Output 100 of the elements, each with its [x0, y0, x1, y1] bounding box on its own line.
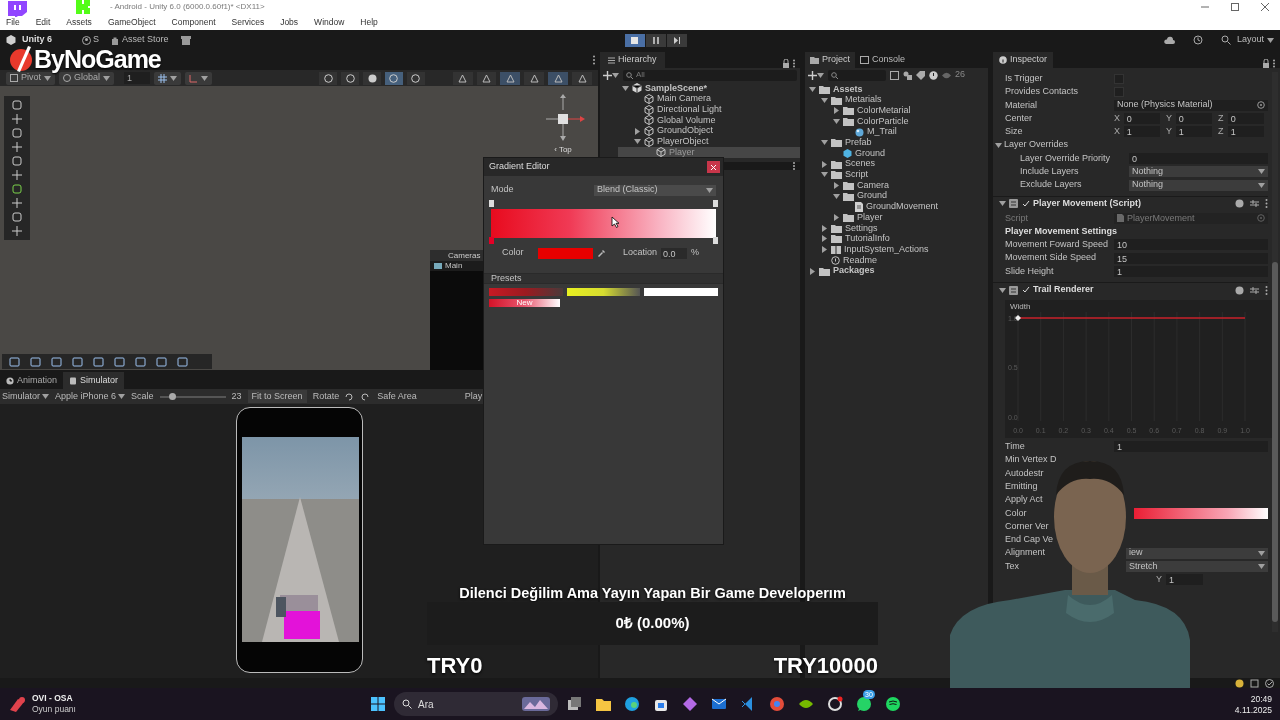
- field-label: Tex: [1005, 559, 1019, 573]
- field-label: Is Trigger: [1005, 71, 1043, 85]
- number-field[interactable]: 1: [1114, 266, 1268, 277]
- number-field[interactable]: 1: [1175, 126, 1212, 138]
- field-label: Color: [502, 246, 525, 260]
- tree-item[interactable]: PlayerObject: [618, 136, 800, 148]
- tree-item[interactable]: Script: [805, 169, 988, 181]
- tree-item[interactable]: SampleScene*: [618, 83, 800, 94]
- rotate-label: Rotate: [312, 389, 340, 403]
- component-title: Player Movement (Script): [1033, 196, 1143, 210]
- tree-item[interactable]: Directional Light: [618, 104, 800, 116]
- menu-item[interactable]: Services: [230, 15, 266, 29]
- notification-subtitle: Oyun puanı: [32, 704, 76, 715]
- tree-item[interactable]: Packages: [805, 265, 988, 277]
- tree-item[interactable]: Camera: [805, 180, 988, 191]
- field-label: Movement Side Speed: [1005, 251, 1097, 265]
- account-button[interactable]: S: [82, 33, 100, 47]
- tree-item[interactable]: ColorParticle: [805, 116, 988, 127]
- curve-title: Width: [1010, 302, 1031, 312]
- layout-button[interactable]: Layout: [1236, 33, 1274, 47]
- tree-item[interactable]: Prefab: [805, 137, 988, 149]
- number-field[interactable]: 15: [1114, 252, 1268, 264]
- number-field[interactable]: 0: [1175, 113, 1212, 125]
- number-field[interactable]: 1: [1123, 126, 1160, 138]
- clock-time: 20:49: [1250, 694, 1272, 705]
- tree-item[interactable]: TutorialInfo: [805, 233, 988, 245]
- dropdown[interactable]: Stretch: [1126, 560, 1268, 572]
- menu-item[interactable]: Jobs: [279, 15, 300, 29]
- goal-reading: 0₺ (0.00%): [615, 613, 690, 634]
- tree-item[interactable]: Global Volume: [618, 115, 800, 126]
- axis-label: X: [1114, 111, 1121, 125]
- axis-label: Y: [1166, 125, 1173, 139]
- number-field[interactable]: 0: [1227, 113, 1264, 125]
- preview-title: Cameras: [430, 250, 483, 261]
- dropdown[interactable]: iew: [1126, 547, 1268, 559]
- preset-swatch[interactable]: New: [489, 299, 560, 307]
- number-field[interactable]: 10: [1114, 239, 1268, 251]
- number-field[interactable]: 0: [1129, 152, 1268, 164]
- number-field[interactable]: 1: [1227, 126, 1264, 138]
- search-field[interactable]: Ara: [394, 692, 558, 716]
- tree-item[interactable]: Player: [805, 212, 988, 223]
- axis-label: Z: [1218, 125, 1225, 139]
- field-label: Center: [1005, 111, 1032, 125]
- number-field[interactable]: 1: [124, 72, 150, 84]
- tree-item[interactable]: Settings: [805, 222, 988, 234]
- field-label: Layer Override Priority: [1020, 151, 1111, 165]
- menu-item[interactable]: Assets: [65, 15, 93, 29]
- tree-item[interactable]: Readme: [805, 255, 988, 266]
- asset-store-button[interactable]: Asset Store: [111, 33, 169, 47]
- global-dropdown[interactable]: Global: [59, 71, 115, 85]
- section-heading: Presets: [491, 271, 522, 285]
- tree-item[interactable]: Ground: [805, 190, 988, 202]
- dropdown[interactable]: Nothing: [1129, 166, 1268, 178]
- device-dropdown[interactable]: Apple iPhone 6: [55, 389, 126, 404]
- field-label: Alignment: [1005, 546, 1046, 560]
- tree-item[interactable]: Metarials: [805, 94, 988, 106]
- mode-dropdown[interactable]: Simulator: [2, 389, 49, 404]
- component-title: Trail Renderer: [1033, 283, 1095, 297]
- stream-headline: Dilenci Değilim Ama Yayın Yapan Bir Game Developerım: [458, 584, 847, 603]
- fit-button[interactable]: Fit to Screen: [247, 390, 307, 403]
- field-label: Time: [1005, 440, 1025, 454]
- tree-item[interactable]: InputSystem_Actions: [805, 244, 988, 255]
- panel-tab[interactable]: Project: [805, 52, 855, 68]
- tree-item[interactable]: Assets: [805, 84, 988, 95]
- number-field[interactable]: 1: [1166, 574, 1203, 586]
- unit-label: %: [691, 246, 700, 260]
- number-field[interactable]: 0.0: [661, 247, 688, 259]
- menu-item[interactable]: File: [5, 15, 21, 29]
- tree-item[interactable]: GroundObject: [618, 125, 800, 137]
- field-label: Min Vertex D: [1005, 453, 1057, 467]
- foldout[interactable]: Layer Overrides: [995, 138, 1069, 152]
- panel-tab[interactable]: Hierarchy: [600, 52, 665, 68]
- field-label: Provides Contacts: [1005, 85, 1079, 99]
- menu-item[interactable]: Help: [359, 15, 379, 29]
- field-label: Movement Foward Speed: [1005, 238, 1109, 252]
- dropdown[interactable]: Nothing: [1129, 179, 1268, 191]
- tree-item[interactable]: ColorMetarial: [805, 105, 988, 117]
- menu-item[interactable]: Edit: [34, 15, 52, 29]
- tree-item[interactable]: Main Camera: [618, 93, 800, 105]
- tree-item[interactable]: M_Trail: [805, 126, 988, 138]
- tree-item[interactable]: Player: [618, 147, 800, 158]
- tree-item[interactable]: GroundMovement: [805, 201, 988, 213]
- number-field[interactable]: 1: [1114, 441, 1268, 453]
- panel-tab[interactable]: Animation: [0, 372, 64, 389]
- search-field[interactable]: All: [623, 69, 797, 81]
- menu-item[interactable]: Window: [313, 15, 346, 29]
- menu-item[interactable]: Component: [170, 15, 217, 29]
- tree-item[interactable]: Scenes: [805, 158, 988, 170]
- safe-area-button[interactable]: Safe Area: [375, 389, 419, 404]
- panel-tab[interactable]: Inspector: [993, 52, 1054, 68]
- tree-item[interactable]: Ground: [805, 148, 988, 159]
- play-mode-label: Play: [464, 389, 483, 403]
- menu-item[interactable]: GameObject: [106, 15, 157, 29]
- field-label: Include Layers: [1020, 165, 1079, 178]
- field-label: Apply Act: [1005, 493, 1043, 507]
- object-field[interactable]: None (Physics Material): [1114, 99, 1268, 111]
- panel-tab[interactable]: Simulator: [63, 372, 125, 389]
- mode-dropdown[interactable]: Blend (Classic): [594, 184, 716, 196]
- panel-tab[interactable]: Console: [855, 52, 911, 68]
- number-field[interactable]: 0: [1123, 113, 1160, 125]
